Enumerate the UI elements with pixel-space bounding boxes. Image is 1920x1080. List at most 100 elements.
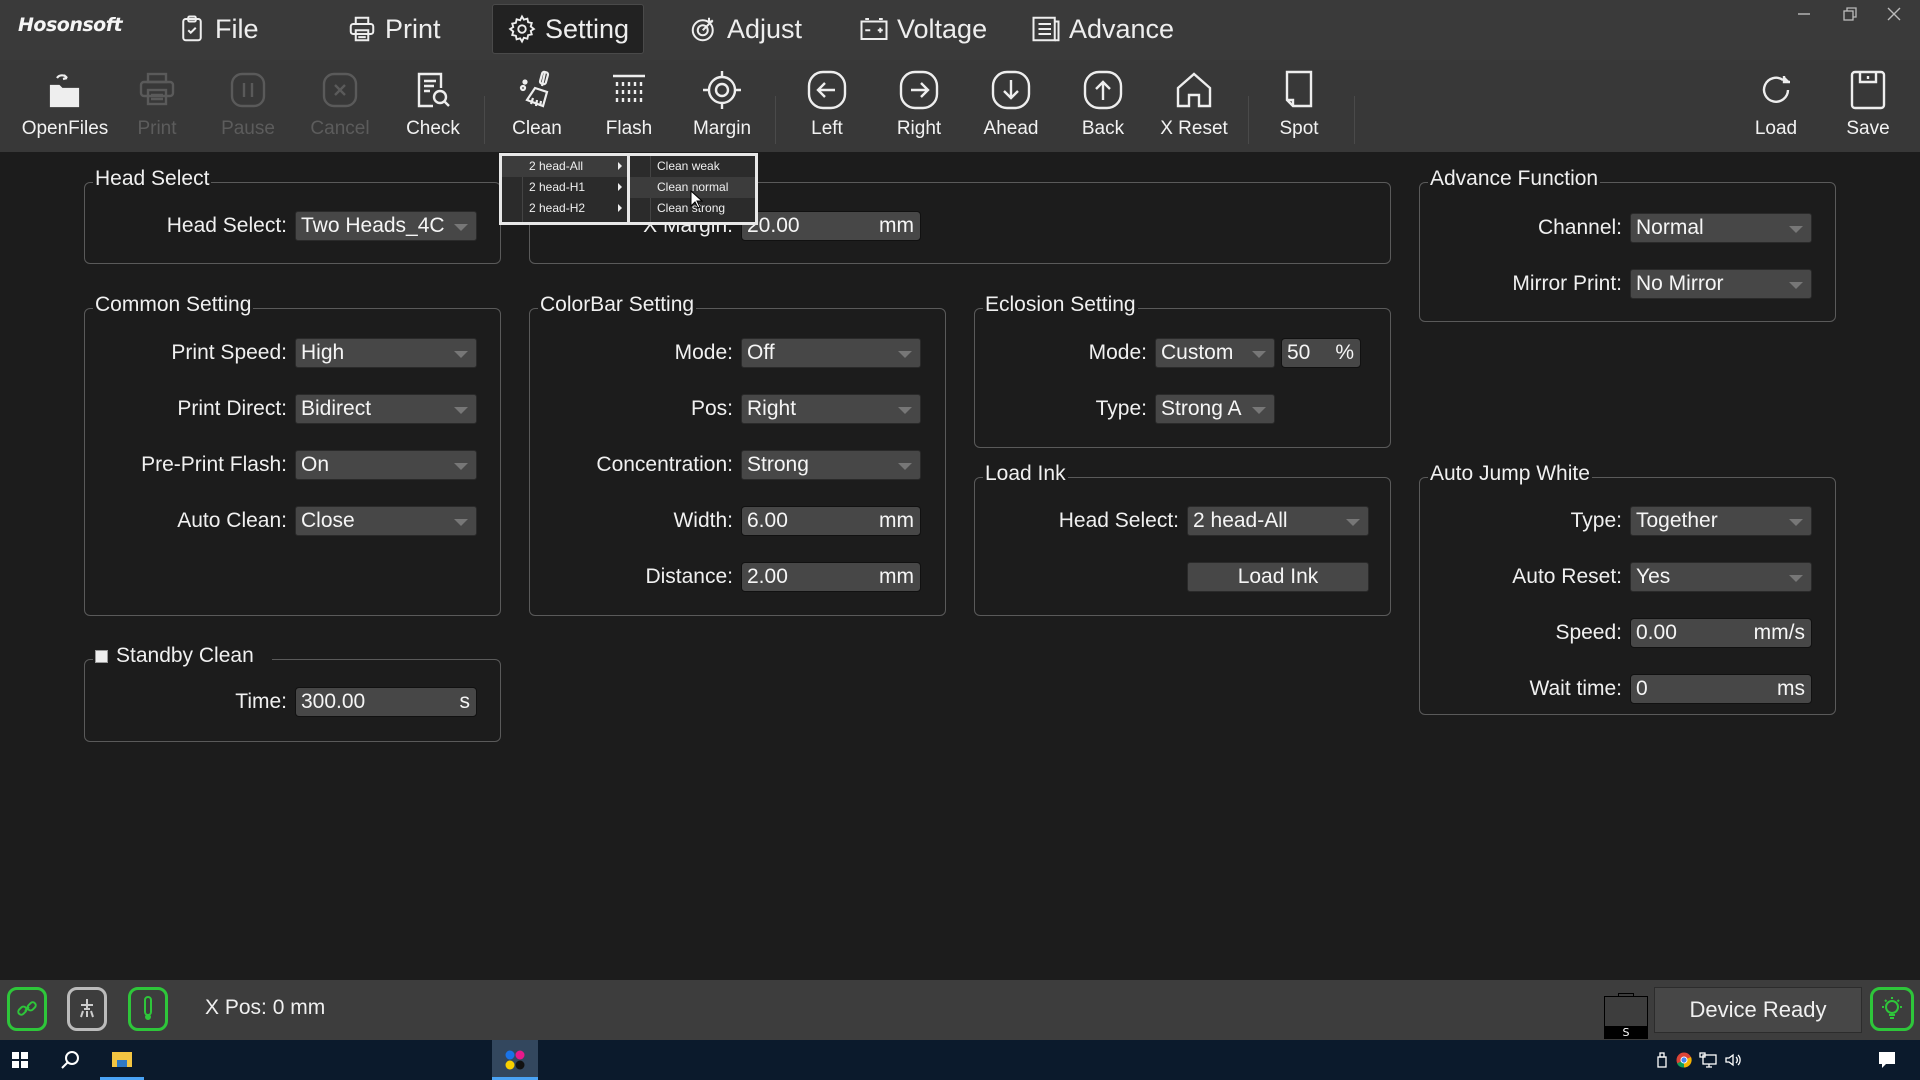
standby-time-value: 300.00 [301,690,366,713]
search-button[interactable] [60,1050,80,1074]
toolbar-cancel[interactable]: Cancel [297,64,383,150]
concentration-combo[interactable]: Strong [741,450,921,480]
standby-clean-checkbox[interactable] [95,649,108,663]
print-head-icon [80,999,94,1018]
channel-combo[interactable]: Normal [1630,213,1812,243]
menu-item-2-head-all[interactable]: 2 head-All [502,156,628,177]
concentration-value: Strong [747,453,809,476]
toolbar-separator [1248,96,1249,144]
concentration-label: Concentration: [596,453,733,476]
menu-file[interactable]: File [163,4,273,54]
menu-voltage[interactable]: Voltage [845,4,1001,54]
toolbar-back[interactable]: Back [1060,64,1146,150]
menu-adjust[interactable]: Adjust [675,4,816,54]
jump-speed-input[interactable]: 0.00 mm/s [1630,618,1812,648]
eclosion-percent-input[interactable]: 50 % [1281,338,1361,368]
chevron-down-icon [1252,407,1266,414]
minimize-button[interactable] [1786,2,1822,26]
toolbar-xreset-label: X Reset [1160,118,1228,139]
connection-status-button[interactable] [7,987,47,1031]
colorbar-width-input[interactable]: 6.00 mm [741,506,921,536]
eclosion-mode-combo[interactable]: Custom [1155,338,1275,368]
toolbar-spot[interactable]: Spot [1256,64,1342,150]
load-ink-button[interactable]: Load Ink [1187,562,1369,592]
colorbar-width-label: Width: [673,509,733,532]
hosonsoft-taskbar-button[interactable] [492,1040,538,1080]
toolbar-save[interactable]: Save [1825,64,1911,150]
app-logo: Hosonsoft [18,14,123,36]
close-button[interactable] [1876,2,1912,26]
toolbar: OpenFiles Print Pause Cancel Check Clean… [0,60,1920,152]
menu-print[interactable]: Print [333,4,455,54]
volume-tray-icon[interactable] [1724,1052,1742,1072]
print-speed-combo[interactable]: High [295,338,477,368]
floppy-icon [1850,70,1886,110]
eclosion-type-combo[interactable]: Strong A [1155,394,1275,424]
colorbar-width-value: 6.00 [747,509,788,532]
colorbar-pos-label: Pos: [690,397,733,420]
auto-reset-value: Yes [1636,565,1671,588]
menu-setting[interactable]: Setting [492,4,645,54]
page-icon [1285,70,1313,108]
eclosion-setting-title: Eclosion Setting [983,293,1138,317]
arrow-left-icon [807,70,847,110]
chevron-down-icon [454,351,468,358]
notification-center-button[interactable] [1878,1051,1896,1073]
colorbar-pos-combo[interactable]: Right [741,394,921,424]
toolbar-openfiles[interactable]: OpenFiles [22,64,108,150]
common-setting-group: Common Setting Print Speed: High Print D… [84,293,501,616]
chevron-down-icon [1789,519,1803,526]
menu-advance-label: Advance [1069,13,1175,44]
toolbar-margin[interactable]: Margin [679,64,765,150]
start-button[interactable] [12,1052,28,1072]
colorbar-mode-combo[interactable]: Off [741,338,921,368]
usb-tray-icon[interactable] [1656,1052,1668,1072]
head-select-group: Head Select Head Select: Two Heads_4C [84,167,501,264]
light-status-button[interactable] [1870,987,1914,1031]
toolbar-pause[interactable]: Pause [205,64,291,150]
load-ink-head-combo[interactable]: 2 head-All [1187,506,1369,536]
x-position-readout: X Pos: 0 mm [205,996,326,1019]
jump-speed-value: 0.00 [1636,621,1677,644]
pre-print-flash-combo[interactable]: On [295,450,477,480]
document-search-icon [417,72,450,108]
head-select-combo[interactable]: Two Heads_4C [295,211,477,241]
colorbar-distance-input[interactable]: 2.00 mm [741,562,921,592]
mirror-print-combo[interactable]: No Mirror [1630,269,1812,299]
toolbar-xreset[interactable]: X Reset [1151,64,1237,150]
toolbar-print[interactable]: Print [114,64,200,150]
nozzle-status-button[interactable] [67,987,107,1031]
pause-icon [230,72,266,108]
x-margin-input[interactable]: 20.00 mm [741,211,921,241]
menu-advance[interactable]: Advance [1017,4,1188,54]
menu-item-clean-weak[interactable]: Clean weak [630,156,755,177]
broom-icon [519,70,550,108]
toolbar-left-label: Left [811,118,843,139]
jump-speed-label: Speed: [1555,621,1622,644]
chrome-tray-icon[interactable] [1676,1052,1692,1072]
menu-print-label: Print [385,13,441,44]
toolbar-clean[interactable]: Clean [494,64,580,150]
toolbar-flash[interactable]: Flash [586,64,672,150]
submenu-arrow-icon [618,183,622,191]
restore-button[interactable] [1832,2,1868,26]
toolbar-check[interactable]: Check [390,64,476,150]
menu-item-2-head-h2[interactable]: 2 head-H2 [502,198,628,219]
temperature-status-button[interactable] [128,987,168,1031]
auto-clean-combo[interactable]: Close [295,506,477,536]
auto-reset-combo[interactable]: Yes [1630,562,1812,592]
jump-type-combo[interactable]: Together [1630,506,1812,536]
thermometer-icon [144,996,152,1020]
menu-item-2-head-h1[interactable]: 2 head-H1 [502,177,628,198]
toolbar-right[interactable]: Right [876,64,962,150]
toolbar-left[interactable]: Left [784,64,870,150]
print-direct-combo[interactable]: Bidirect [295,394,477,424]
toolbar-load[interactable]: Load [1733,64,1819,150]
standby-time-input[interactable]: 300.00 s [295,687,477,717]
toolbar-ahead[interactable]: Ahead [968,64,1054,150]
auto-clean-label: Auto Clean: [177,509,287,532]
network-tray-icon[interactable] [1699,1052,1717,1072]
wait-time-input[interactable]: 0 ms [1630,674,1812,704]
folder-icon [112,1052,132,1067]
file-explorer-taskbar-button[interactable] [100,1040,144,1080]
